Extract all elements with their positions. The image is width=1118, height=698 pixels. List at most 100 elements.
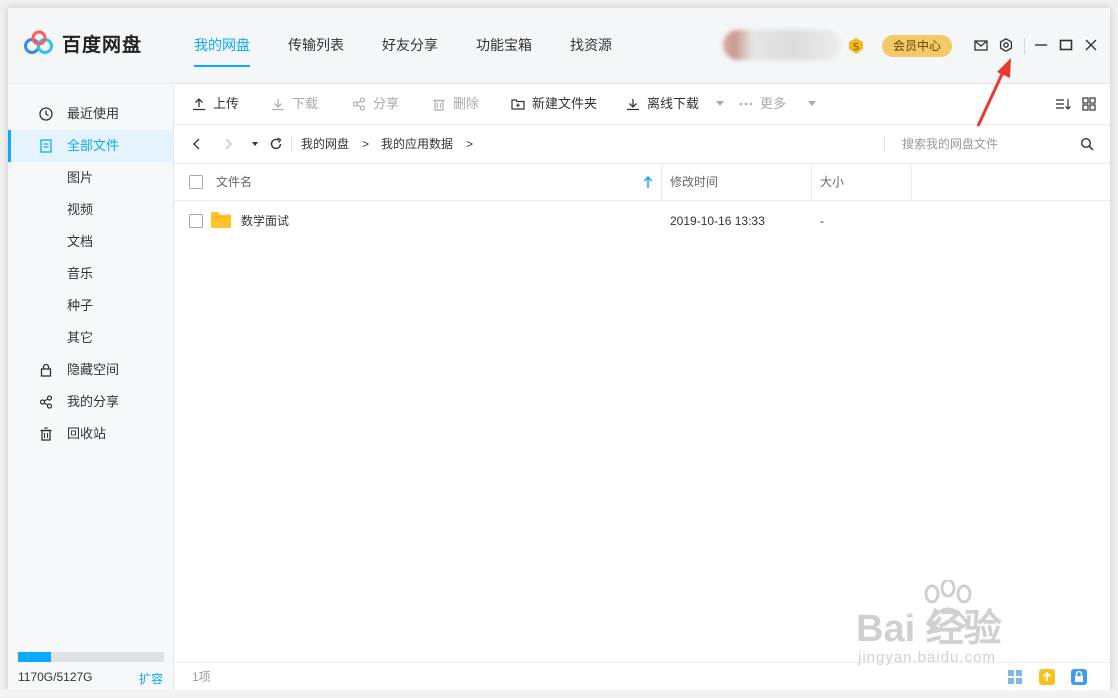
file-modified-time: 2019-10-16 13:33 [670, 214, 765, 228]
titlebar-divider [1024, 38, 1025, 54]
sidebar-item-label: 图片 [67, 170, 94, 185]
share-icon [39, 395, 53, 409]
sidebar-item-documents[interactable]: 文档 [8, 226, 173, 258]
sidebar-item-label: 文档 [67, 234, 94, 249]
download-icon [272, 99, 284, 111]
minimize-icon[interactable] [1034, 38, 1048, 52]
sort-ascending-icon[interactable] [643, 175, 653, 189]
coin-badge-icon[interactable]: S [847, 37, 865, 55]
address-bar: 我的网盘 > 我的应用数据 > [174, 125, 1110, 164]
sidebar-item-label: 隐藏空间 [67, 362, 120, 377]
sidebar-item-label: 全部文件 [67, 138, 120, 153]
sidebar-item-recent[interactable]: 最近使用 [8, 98, 173, 130]
upload-manager-icon[interactable] [1038, 668, 1056, 686]
new-folder-icon [511, 99, 525, 110]
sidebar-item-images[interactable]: 图片 [8, 162, 173, 194]
forward-icon[interactable] [221, 137, 235, 151]
nav-toolbox[interactable]: 功能宝箱 [476, 35, 532, 67]
folder-icon [211, 212, 231, 228]
sidebar-item-hidden-space[interactable]: 隐藏空间 [8, 354, 173, 386]
sidebar-item-my-shares[interactable]: 我的分享 [8, 386, 173, 418]
nav-friend-share[interactable]: 好友分享 [382, 35, 438, 67]
nav-my-netdisk[interactable]: 我的网盘 [194, 35, 250, 67]
offline-download-dropdown-icon[interactable] [716, 101, 724, 106]
sidebar-item-music[interactable]: 音乐 [8, 258, 173, 290]
item-count: 1项 [192, 670, 211, 684]
more-button[interactable]: 更多 [739, 84, 809, 124]
storage-usage-fill [18, 652, 52, 662]
column-divider[interactable] [811, 164, 812, 200]
sidebar-item-torrents[interactable]: 种子 [8, 290, 173, 322]
user-avatar[interactable] [723, 30, 841, 60]
search-icon[interactable] [1080, 137, 1094, 151]
sidebar-item-label: 种子 [67, 298, 94, 313]
file-size: - [820, 214, 824, 228]
history-dropdown-icon[interactable] [248, 137, 262, 151]
row-checkbox[interactable] [189, 214, 203, 228]
more-label: 更多 [760, 96, 787, 111]
title-bar: 百度网盘 我的网盘 传输列表 好友分享 功能宝箱 找资源 S 会员中心 [8, 8, 1110, 84]
more-dots-icon [739, 102, 753, 106]
sidebar-item-recycle-bin[interactable]: 回收站 [8, 418, 173, 450]
delete-button[interactable]: 删除 [432, 84, 482, 124]
document-icon [40, 139, 52, 153]
offline-download-label: 离线下载 [647, 96, 700, 111]
offline-download-button[interactable]: 离线下载 [626, 84, 716, 124]
search-input[interactable] [902, 133, 1062, 155]
more-dropdown-icon[interactable] [808, 101, 816, 106]
taskbar-strip [0, 690, 1118, 698]
widget-grid-icon[interactable] [1006, 668, 1024, 686]
storage-usage-text: 1170G/5127G [18, 670, 93, 684]
baidu-netdisk-logo [24, 30, 53, 54]
grid-view-icon[interactable] [1082, 97, 1096, 111]
refresh-icon[interactable] [269, 137, 283, 151]
new-folder-button[interactable]: 新建文件夹 [511, 84, 601, 124]
breadcrumb-my-netdisk[interactable]: 我的网盘 [301, 125, 349, 163]
upload-button[interactable]: 上传 [192, 84, 242, 124]
download-icon [627, 99, 639, 111]
column-header-name[interactable]: 文件名 [216, 164, 252, 200]
share-button[interactable]: 分享 [352, 84, 402, 124]
sidebar: 最近使用 全部文件 图片 视频 文档 音乐 种子 其它 隐藏空间 我的分享 回收… [8, 84, 174, 690]
vip-center-button[interactable]: 会员中心 [882, 35, 952, 57]
settings-gear-icon[interactable] [999, 38, 1013, 52]
column-header-size[interactable]: 大小 [820, 164, 844, 200]
select-all-checkbox[interactable] [189, 175, 203, 189]
search-divider [884, 136, 885, 152]
sidebar-item-all-files[interactable]: 全部文件 [8, 130, 173, 162]
storage-usage-bar [18, 652, 164, 662]
column-divider[interactable] [911, 164, 912, 200]
share-label: 分享 [373, 96, 400, 111]
delete-label: 删除 [453, 96, 480, 111]
mail-icon[interactable] [974, 38, 988, 52]
watermark-url: jingyan.baidu.com [858, 649, 996, 666]
column-header-modified[interactable]: 修改时间 [670, 164, 718, 200]
app-brand: 百度网盘 [62, 35, 143, 56]
safe-box-lock-icon[interactable] [1070, 668, 1088, 686]
nav-find-resources[interactable]: 找资源 [570, 35, 612, 67]
nav-transfer-list[interactable]: 传输列表 [288, 35, 344, 67]
breadcrumb-separator: > [362, 137, 370, 151]
address-divider [291, 136, 292, 152]
svg-text:S: S [853, 42, 859, 53]
download-button[interactable]: 下载 [271, 84, 321, 124]
file-name[interactable]: 数学面试 [241, 201, 289, 241]
sidebar-item-videos[interactable]: 视频 [8, 194, 173, 226]
column-divider[interactable] [661, 164, 662, 200]
sidebar-item-label: 回收站 [67, 426, 107, 441]
watermark-text: Bai 经验 [856, 608, 1002, 650]
download-label: 下载 [292, 96, 319, 111]
table-row[interactable]: 数学面试 2019-10-16 13:33 - [174, 201, 1110, 241]
sidebar-item-label: 最近使用 [67, 106, 120, 121]
sidebar-item-label: 视频 [67, 202, 94, 217]
expand-storage-link[interactable]: 扩容 [139, 670, 163, 687]
file-table-header: 文件名 修改时间 大小 [174, 164, 1110, 201]
maximize-icon[interactable] [1059, 38, 1073, 52]
status-bar: 1项 [174, 662, 1110, 690]
close-icon[interactable] [1084, 38, 1098, 52]
back-icon[interactable] [190, 137, 204, 151]
sidebar-item-other[interactable]: 其它 [8, 322, 173, 354]
sidebar-item-label: 音乐 [67, 266, 94, 281]
breadcrumb-app-data[interactable]: 我的应用数据 [381, 125, 453, 163]
sort-list-icon[interactable] [1055, 97, 1071, 111]
